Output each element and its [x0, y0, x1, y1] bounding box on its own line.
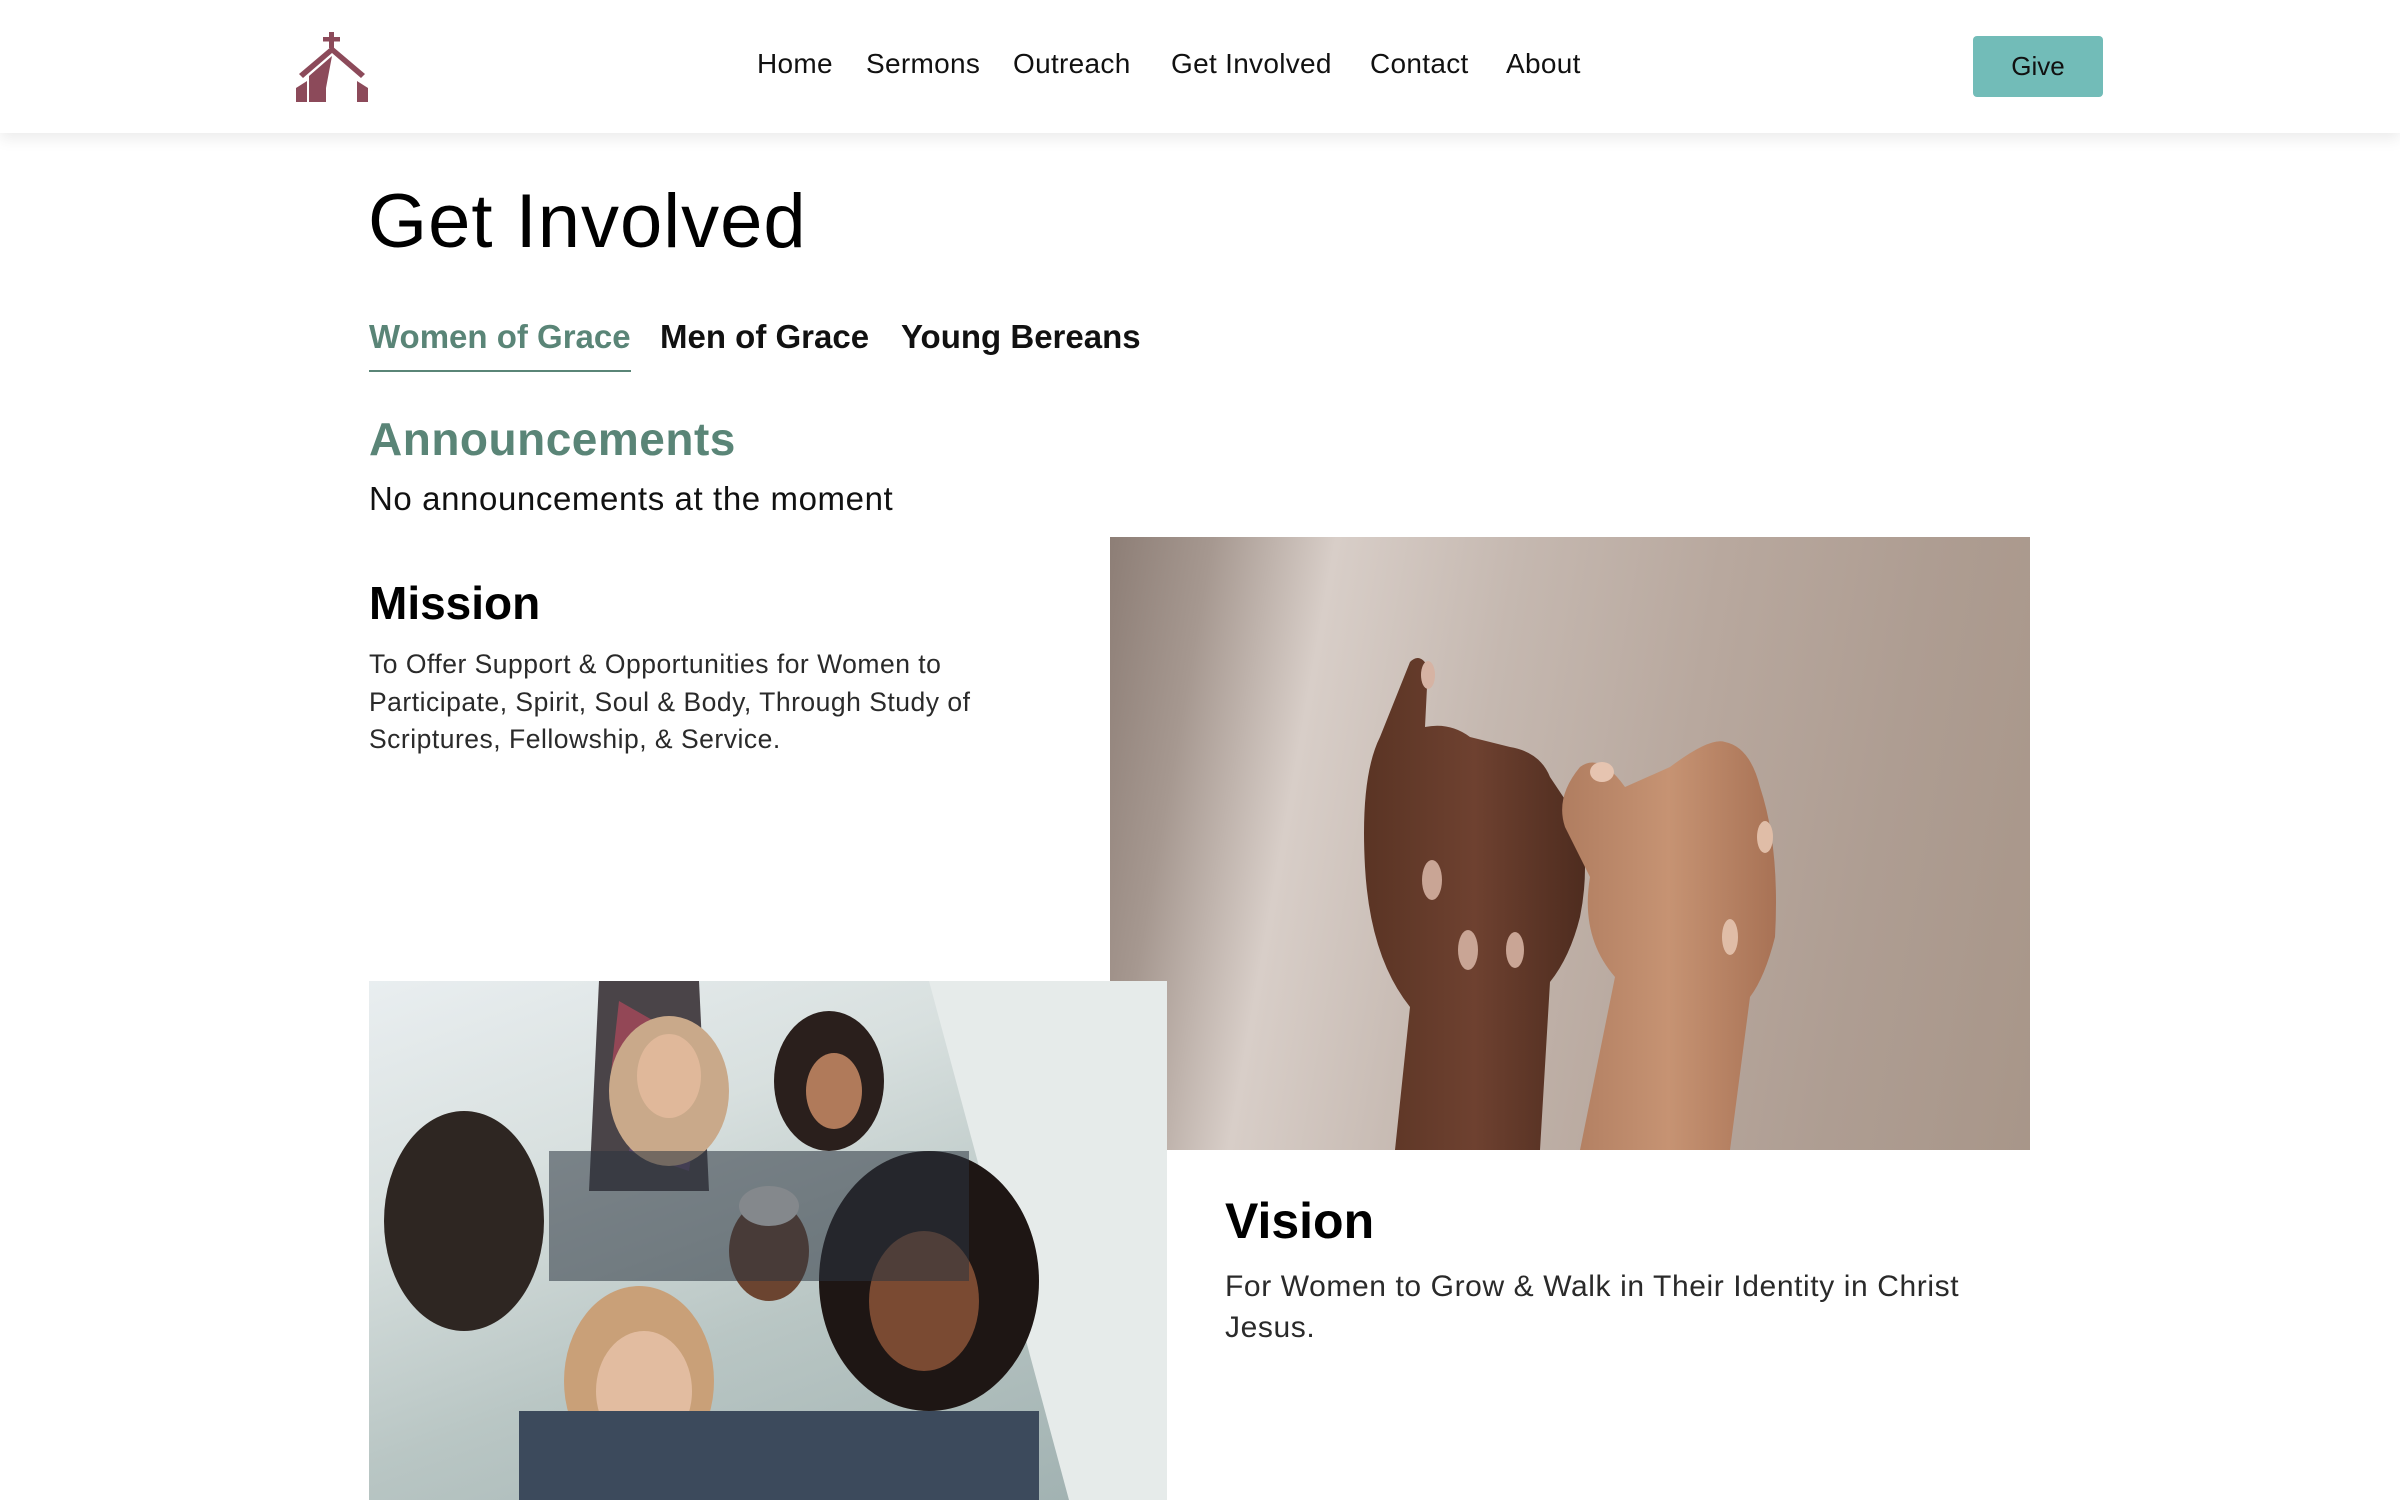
hands-illustration: [1364, 658, 1776, 1150]
tab-men-of-grace[interactable]: Men of Grace: [660, 318, 869, 370]
nav-contact[interactable]: Contact: [1370, 48, 1469, 80]
announcements-heading: Announcements: [369, 413, 736, 465]
give-button[interactable]: Give: [1973, 36, 2103, 97]
mission-text: To Offer Support & Opportunities for Wom…: [369, 649, 971, 754]
women-illustration: [384, 981, 1167, 1500]
tab-women-of-grace[interactable]: Women of Grace: [369, 318, 631, 372]
mission-heading: Mission: [369, 577, 541, 629]
announcements-text: No announcements at the moment: [369, 480, 894, 517]
vision-heading: Vision: [1225, 1193, 1375, 1249]
tab-young-bereans[interactable]: Young Bereans: [901, 318, 1141, 370]
nav-get-involved[interactable]: Get Involved: [1171, 48, 1332, 80]
hands-photo: [1110, 537, 2030, 1150]
page-title: Get Involved: [368, 179, 807, 264]
nav-home[interactable]: Home: [757, 48, 833, 80]
vision-text: For Women to Grow & Walk in Their Identi…: [1225, 1270, 1960, 1344]
nav-about[interactable]: About: [1506, 48, 1581, 80]
nav-sermons[interactable]: Sermons: [866, 48, 980, 80]
women-group-photo: [369, 981, 1167, 1500]
site-header: Home Sermons Outreach Get Involved Conta…: [0, 0, 2400, 133]
nav-outreach[interactable]: Outreach: [1013, 48, 1131, 80]
